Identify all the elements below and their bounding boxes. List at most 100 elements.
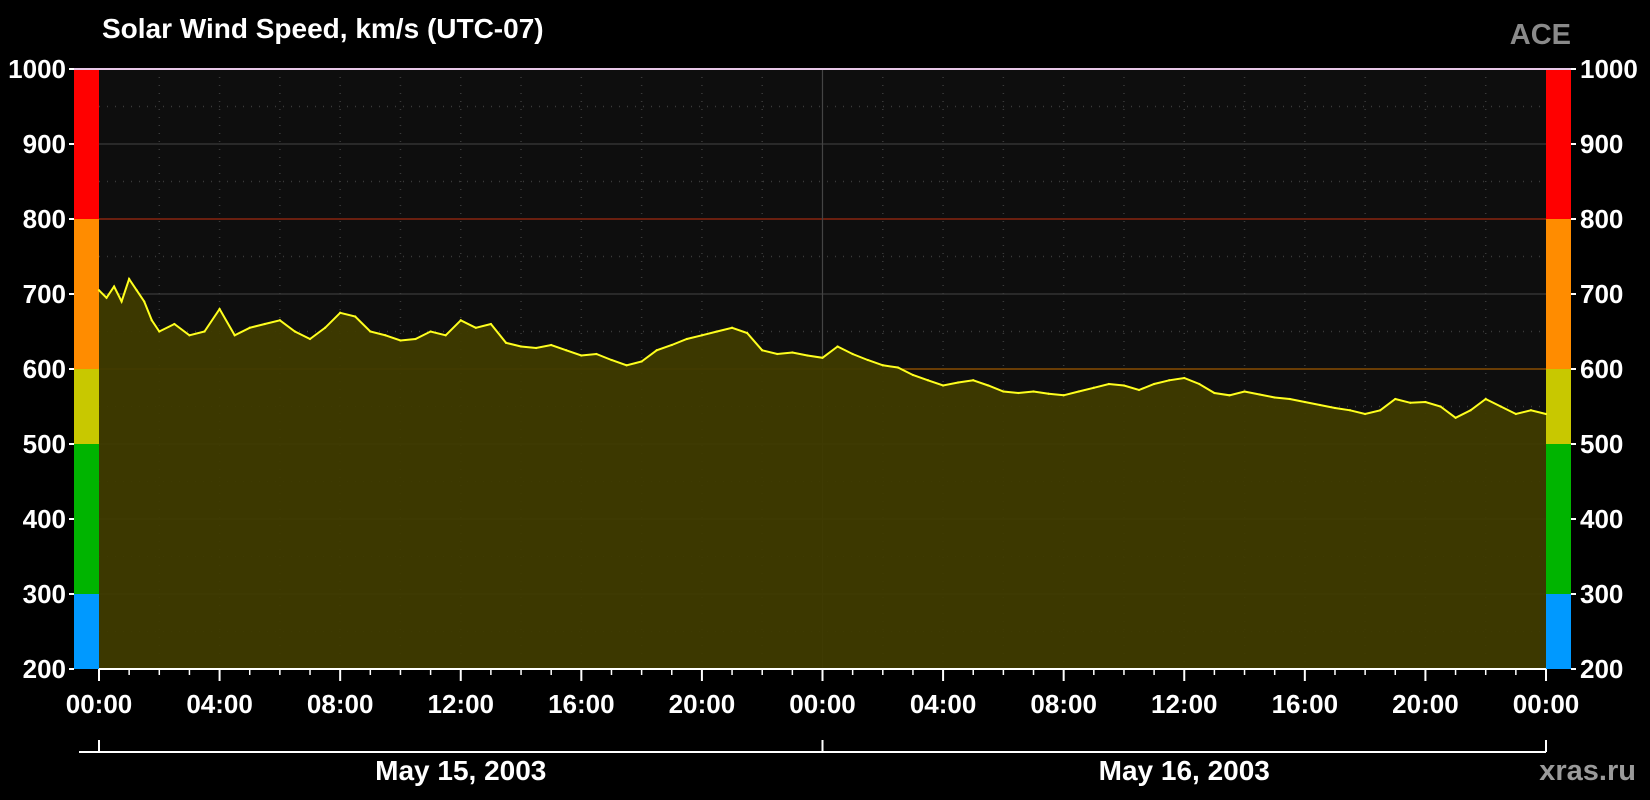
data-point [444, 334, 447, 337]
y-tick-label-right: 1000 [1580, 54, 1638, 84]
data-point [821, 356, 824, 359]
y-tick-label-right: 200 [1580, 654, 1623, 684]
data-point [1107, 382, 1110, 386]
y-tick-label-right: 400 [1580, 504, 1623, 534]
data-point [1258, 393, 1261, 396]
x-tick-label: 12:00 [428, 689, 495, 719]
data-point [972, 379, 975, 382]
x-tick-label: 16:00 [548, 689, 615, 719]
data-point [128, 277, 131, 281]
y-tick-label-left: 300 [23, 579, 66, 609]
data-point [218, 307, 221, 311]
data-point [150, 319, 153, 322]
right-band-200-300 [1546, 594, 1571, 669]
data-point [1077, 390, 1080, 393]
data-point [339, 311, 342, 314]
data-point [1424, 400, 1427, 404]
data-point [565, 349, 568, 352]
data-point [791, 351, 794, 354]
x-tick-label: 08:00 [1030, 689, 1097, 719]
data-point [776, 352, 779, 356]
x-tick-label: 00:00 [66, 689, 133, 719]
data-point [700, 334, 704, 337]
y-tick-label-right: 800 [1580, 204, 1623, 234]
x-tick-label: 20:00 [669, 689, 736, 719]
data-point [941, 384, 945, 387]
data-point [866, 358, 869, 362]
data-point [1243, 390, 1246, 393]
data-point [896, 366, 899, 369]
data-point [1017, 391, 1020, 395]
y-tick-label-left: 700 [23, 279, 66, 309]
data-point [308, 337, 312, 341]
data-point [926, 379, 930, 382]
data-point [1032, 390, 1035, 393]
data-point [1529, 409, 1533, 412]
data-point [881, 364, 884, 367]
data-point [504, 341, 508, 344]
data-point [173, 322, 176, 326]
data-point [489, 322, 492, 326]
data-point [120, 300, 123, 303]
data-point [233, 334, 236, 337]
data-point [1514, 412, 1517, 416]
data-point [957, 381, 960, 384]
data-point [1183, 376, 1186, 380]
data-point [1544, 412, 1548, 416]
right-band-500-600 [1546, 369, 1571, 444]
data-point [429, 330, 432, 333]
data-point [761, 349, 764, 352]
data-point [1333, 406, 1337, 410]
data-point [1499, 405, 1502, 408]
data-point [987, 384, 990, 387]
solar-wind-chart: Solar Wind Speed, km/s (UTC-07) ACE xras… [0, 0, 1650, 800]
data-point [1288, 397, 1291, 401]
data-point [1198, 382, 1201, 386]
data-point [1002, 390, 1005, 393]
data-point [1364, 412, 1367, 416]
data-point [1454, 416, 1457, 419]
data-point [1062, 394, 1065, 397]
data-point [1394, 397, 1397, 401]
credit-label: xras.ru [1539, 755, 1636, 787]
data-point [414, 337, 417, 341]
left-color-scale [74, 69, 99, 669]
x-tick-label: 20:00 [1392, 689, 1459, 719]
x-tick-label: 04:00 [910, 689, 977, 719]
data-point [135, 289, 138, 292]
left-band-200-300 [74, 594, 99, 669]
y-tick-label-right: 700 [1580, 279, 1623, 309]
data-point [535, 346, 538, 350]
left-band-600-800 [74, 219, 99, 369]
left-band-300-500 [74, 444, 99, 594]
data-point [1047, 392, 1050, 395]
data-point [369, 330, 372, 333]
data-point [1228, 394, 1231, 397]
data-point [263, 322, 266, 326]
left-band-500-600 [74, 369, 99, 444]
data-point [640, 360, 643, 363]
data-point [105, 296, 108, 299]
data-point [1439, 405, 1442, 408]
data-point [399, 339, 402, 342]
y-tick-label-left: 900 [23, 129, 66, 159]
source-label: ACE [1510, 19, 1571, 51]
x-tick-label: 04:00 [186, 689, 253, 719]
y-tick-label-left: 200 [23, 654, 66, 684]
data-point [158, 330, 161, 333]
data-point [384, 334, 387, 337]
data-point [1137, 388, 1141, 392]
data-point [459, 319, 462, 322]
data-point [550, 343, 553, 347]
data-point [248, 326, 251, 329]
x-tick-label: 00:00 [1513, 689, 1580, 719]
data-point [685, 337, 688, 341]
chart-title: Solar Wind Speed, km/s (UTC-07) [102, 13, 544, 44]
data-point [1348, 409, 1352, 412]
data-point [97, 289, 101, 292]
data-point [836, 345, 839, 348]
data-point [655, 349, 658, 352]
x-tick-label: 12:00 [1151, 689, 1218, 719]
date-label: May 16, 2003 [1099, 755, 1270, 786]
x-tick-label: 16:00 [1272, 689, 1339, 719]
